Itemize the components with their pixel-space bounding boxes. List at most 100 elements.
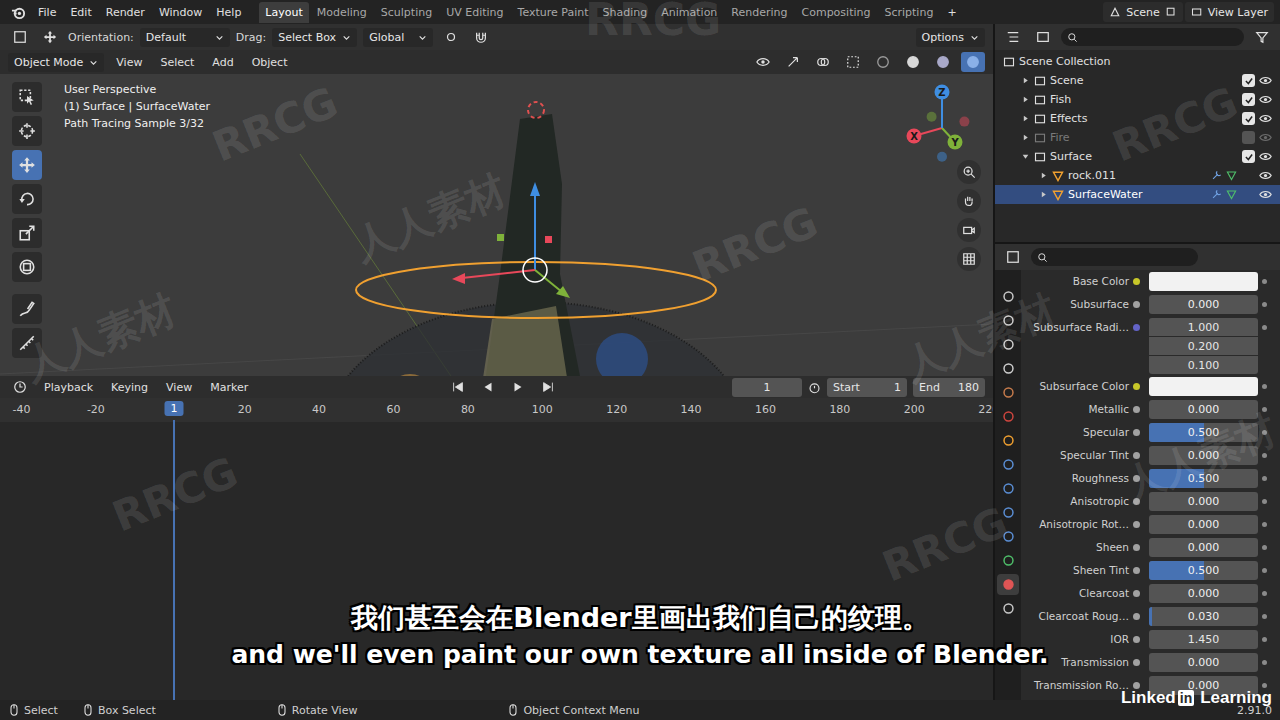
- output-tab[interactable]: [997, 334, 1019, 355]
- playhead[interactable]: 1: [165, 401, 184, 416]
- move-tool-button[interactable]: [12, 150, 42, 180]
- socket-dot[interactable]: [1133, 383, 1140, 390]
- workspace-tab[interactable]: Compositing: [796, 2, 877, 23]
- keyframe-dot[interactable]: [1262, 302, 1267, 307]
- material-shading-button[interactable]: [931, 52, 955, 72]
- move-tool-settings-button[interactable]: [38, 27, 62, 47]
- measure-tool-button[interactable]: [12, 328, 42, 358]
- viewport-menu[interactable]: Add: [206, 53, 239, 72]
- workspace-tab[interactable]: Sculpting: [375, 2, 438, 23]
- physics-tab[interactable]: [997, 502, 1019, 523]
- outliner-row[interactable]: rock.011: [995, 166, 1280, 185]
- keyframe-dot[interactable]: [1262, 384, 1267, 389]
- pan-button[interactable]: [957, 189, 981, 213]
- socket-dot[interactable]: [1133, 544, 1140, 551]
- socket-dot[interactable]: [1133, 682, 1140, 689]
- overlay-toggle-button[interactable]: [811, 52, 835, 72]
- gizmo-y-axis[interactable]: Y: [927, 112, 963, 150]
- timeline-menu[interactable]: Marker: [204, 378, 254, 397]
- outliner-search[interactable]: [1061, 28, 1244, 46]
- outliner-row[interactable]: Effects: [995, 109, 1280, 128]
- data-tab[interactable]: [997, 550, 1019, 571]
- xray-button[interactable]: [841, 52, 865, 72]
- playhead-line[interactable]: [173, 420, 175, 700]
- keyframe-dot[interactable]: [1262, 279, 1267, 284]
- socket-dot[interactable]: [1133, 521, 1140, 528]
- socket-dot[interactable]: [1133, 636, 1140, 643]
- slider-field[interactable]: 0.000: [1149, 515, 1258, 534]
- exclude-checkbox[interactable]: [1242, 131, 1255, 144]
- socket-dot[interactable]: [1133, 498, 1140, 505]
- drag-dropdown[interactable]: Select Box: [272, 28, 357, 47]
- particles-tab[interactable]: [997, 478, 1019, 499]
- socket-dot[interactable]: [1133, 278, 1140, 285]
- filter-button[interactable]: [1250, 27, 1274, 47]
- socket-dot[interactable]: [1133, 324, 1140, 331]
- slider-field[interactable]: 0.000: [1149, 538, 1258, 557]
- outliner-row[interactable]: Surface: [995, 147, 1280, 166]
- modifier-tab[interactable]: [997, 454, 1019, 475]
- gizmo-z-axis[interactable]: Z: [935, 85, 950, 162]
- slider-field[interactable]: 0.000: [1149, 492, 1258, 511]
- timeline[interactable]: -40-20204060801001201401601802002201: [0, 398, 993, 700]
- menu-item[interactable]: File: [32, 3, 62, 22]
- menu-item[interactable]: Edit: [64, 3, 97, 22]
- scale-tool-button[interactable]: [12, 218, 42, 248]
- keyframe-dot[interactable]: [1262, 637, 1267, 642]
- menu-item[interactable]: Window: [153, 3, 208, 22]
- ortho-toggle-button[interactable]: [957, 247, 981, 271]
- wireframe-shading-button[interactable]: [871, 52, 895, 72]
- keyframe-dot[interactable]: [1262, 683, 1267, 688]
- keyframe-dot[interactable]: [1262, 499, 1267, 504]
- workspace-tab[interactable]: Texture Paint: [512, 2, 595, 23]
- workspace-tab[interactable]: UV Editing: [440, 2, 509, 23]
- outliner-row[interactable]: SurfaceWater: [995, 185, 1280, 204]
- 3d-viewport[interactable]: XYZUser Perspective(1) Surface | Surface…: [0, 74, 993, 376]
- exclude-checkbox[interactable]: [1242, 74, 1255, 87]
- vector-component[interactable]: 0.100: [1149, 356, 1258, 374]
- exclude-checkbox[interactable]: [1242, 112, 1255, 125]
- slider-field[interactable]: 0.030: [1149, 607, 1258, 626]
- socket-dot[interactable]: [1133, 406, 1140, 413]
- socket-dot[interactable]: [1133, 429, 1140, 436]
- editor-type-button[interactable]: [1001, 27, 1025, 47]
- select-mode-button[interactable]: [8, 27, 32, 47]
- workspace-tab[interactable]: Rendering: [725, 2, 793, 23]
- tool-tab[interactable]: [997, 286, 1019, 307]
- color-field[interactable]: [1149, 377, 1258, 396]
- workspace-tab[interactable]: Shading: [597, 2, 654, 23]
- material-tab[interactable]: [997, 574, 1019, 595]
- start-frame-field[interactable]: Start1: [827, 378, 907, 397]
- jump-start-button[interactable]: [446, 377, 470, 397]
- color-field[interactable]: [1149, 272, 1258, 291]
- scene-selector[interactable]: Scene: [1103, 2, 1183, 22]
- keyframe-dot[interactable]: [1262, 545, 1267, 550]
- keyframe-dot[interactable]: [1262, 325, 1267, 330]
- workspace-tab[interactable]: Scripting: [878, 2, 939, 23]
- solid-shading-button[interactable]: [901, 52, 925, 72]
- annotate-tool-button[interactable]: [12, 294, 42, 324]
- keyframe-dot[interactable]: [1262, 614, 1267, 619]
- constraints-tab[interactable]: [997, 526, 1019, 547]
- end-frame-field[interactable]: End180: [913, 378, 985, 397]
- socket-dot[interactable]: [1133, 613, 1140, 620]
- slider-field[interactable]: 0.000: [1149, 584, 1258, 603]
- blender-menu-button[interactable]: [6, 2, 30, 22]
- keyframe-dot[interactable]: [1262, 660, 1267, 665]
- outliner-row[interactable]: Fish: [995, 90, 1280, 109]
- workspace-tab[interactable]: Animation: [655, 2, 723, 23]
- outliner-row[interactable]: Fire: [995, 128, 1280, 147]
- keyframe-dot[interactable]: [1262, 453, 1267, 458]
- rotate-tool-button[interactable]: [12, 184, 42, 214]
- editor-type-button[interactable]: [1001, 247, 1025, 267]
- render-tab[interactable]: [997, 310, 1019, 331]
- keyframe-dot[interactable]: [1262, 476, 1267, 481]
- vector-component[interactable]: 1.000: [1149, 318, 1258, 336]
- play-button[interactable]: [506, 377, 530, 397]
- camera-view-button[interactable]: [957, 218, 981, 242]
- jump-end-button[interactable]: [536, 377, 560, 397]
- view-layer-tab[interactable]: [997, 358, 1019, 379]
- options-dropdown[interactable]: Options: [916, 28, 985, 47]
- outliner-row[interactable]: Scene: [995, 71, 1280, 90]
- keyframe-dot[interactable]: [1262, 407, 1267, 412]
